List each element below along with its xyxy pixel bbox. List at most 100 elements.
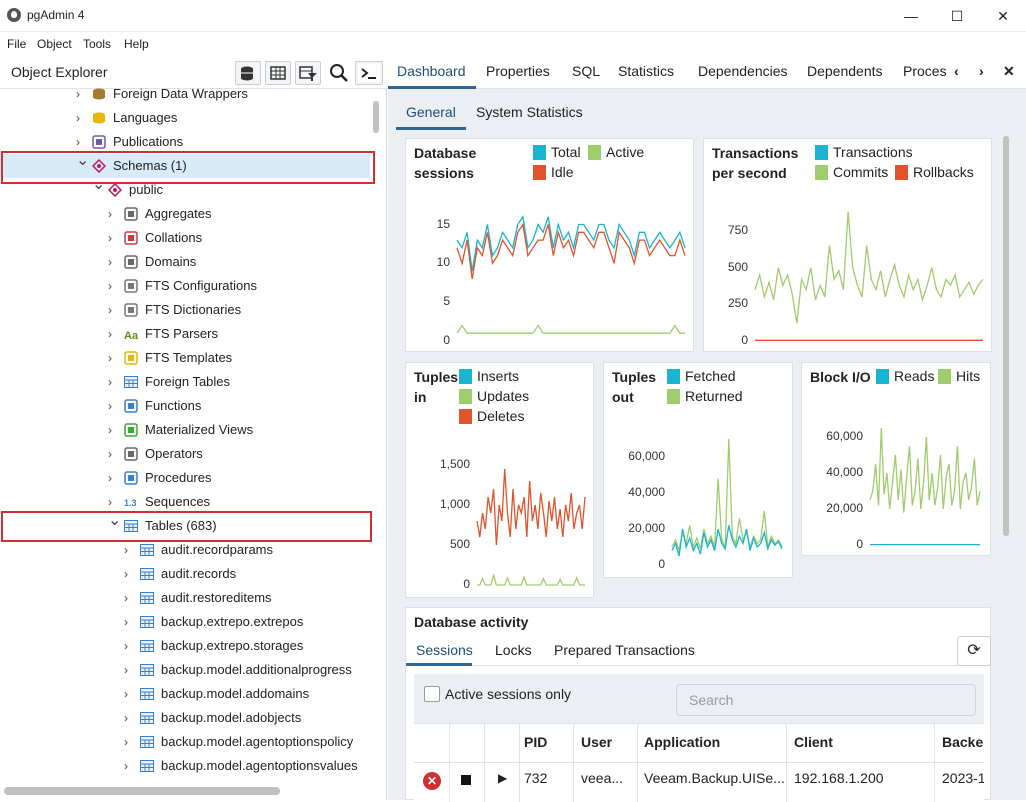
card-title: Tuples out (612, 369, 657, 405)
tree-node[interactable]: › FTS Templates (0, 346, 370, 370)
subtab-general[interactable]: General (406, 104, 456, 120)
tab-scroll-right-icon[interactable]: › (979, 63, 984, 79)
tree-node[interactable]: › Aa FTS Parsers (0, 322, 370, 346)
tree-node[interactable]: › Languages (0, 106, 370, 130)
menu-help[interactable]: Help (124, 37, 149, 51)
menu-tools[interactable]: Tools (83, 37, 111, 51)
tab-processes[interactable]: Proces (903, 63, 947, 79)
tree-node[interactable]: › backup.model.agentoptionsvalues (0, 754, 370, 778)
tab-statistics[interactable]: Statistics (618, 63, 674, 79)
tree-node[interactable]: › backup.extrepo.extrepos (0, 610, 370, 634)
chevron-right-icon[interactable]: › (76, 135, 86, 149)
search-input[interactable]: Search (676, 684, 976, 716)
chevron-right-icon[interactable]: › (124, 711, 134, 725)
chevron-right-icon[interactable]: › (108, 423, 118, 437)
database-icon (241, 66, 253, 81)
chevron-right-icon[interactable]: › (124, 687, 134, 701)
chevron-right-icon[interactable]: › (108, 495, 118, 509)
scroll-thumb[interactable] (373, 101, 379, 133)
tree-node[interactable]: › Aggregates (0, 202, 370, 226)
tree-node[interactable]: › Operators (0, 442, 370, 466)
tree-node[interactable]: › Collations (0, 226, 370, 250)
tab-prepared-transactions[interactable]: Prepared Transactions (554, 642, 695, 658)
tree-node[interactable]: › backup.extrepo.storages (0, 634, 370, 658)
maximize-button[interactable]: ☐ (934, 0, 980, 32)
refresh-button[interactable]: ⟳ (957, 636, 991, 666)
tab-sessions[interactable]: Sessions (416, 642, 473, 658)
tree-node[interactable]: › Materialized Views (0, 418, 370, 442)
active-tab-indicator (388, 86, 476, 89)
close-tab-icon[interactable]: ✕ (1003, 63, 1015, 80)
tree-node[interactable]: › backup.model.additionalprogress (0, 658, 370, 682)
chevron-right-icon[interactable]: › (108, 375, 118, 389)
chevron-right-icon[interactable]: › (108, 471, 118, 485)
column-header-client[interactable]: Client (794, 734, 833, 750)
column-header-application[interactable]: Application (644, 734, 720, 750)
column-header-pid[interactable]: PID (524, 734, 547, 750)
tree-node[interactable]: › Procedures (0, 466, 370, 490)
object-tree: › Foreign Data Wrappers › Languages › Publica… (0, 82, 370, 782)
tab-scroll-left-icon[interactable]: ‹ (954, 63, 959, 79)
chevron-right-icon[interactable]: › (124, 567, 134, 581)
tab-sql[interactable]: SQL (572, 63, 600, 79)
menu-object[interactable]: Object (37, 37, 72, 51)
chevron-right-icon[interactable]: › (124, 639, 134, 653)
chevron-right-icon[interactable]: › (108, 207, 118, 221)
tree-node[interactable]: › backup.model.agentoptionspolicy (0, 730, 370, 754)
tree-node[interactable]: › backup.model.addomains (0, 682, 370, 706)
chevron-right-icon[interactable]: › (108, 279, 118, 293)
cancel-query-icon[interactable] (461, 775, 471, 785)
chevron-right-icon[interactable]: › (76, 87, 86, 101)
chevron-right-icon[interactable]: › (124, 735, 134, 749)
tree-node[interactable]: › audit.restoreditems (0, 586, 370, 610)
tab-dashboard[interactable]: Dashboard (397, 63, 466, 79)
explorer-horizontal-scrollbar[interactable] (4, 787, 280, 795)
chevron-right-icon[interactable]: › (108, 447, 118, 461)
tree-node[interactable]: › Foreign Data Wrappers (0, 82, 370, 106)
tree-node-label: audit.records (161, 566, 237, 581)
tab-dependents[interactable]: Dependents (807, 63, 883, 79)
tree-node[interactable]: › Functions (0, 394, 370, 418)
chevron-right-icon[interactable]: › (108, 255, 118, 269)
chevron-right-icon[interactable]: › (108, 303, 118, 317)
chevron-right-icon[interactable]: › (108, 399, 118, 413)
explorer-vertical-scrollbar[interactable] (372, 96, 380, 786)
menu-file[interactable]: File (7, 37, 26, 51)
column-header-backend-start[interactable]: Backen (942, 734, 984, 750)
tab-locks[interactable]: Locks (495, 642, 532, 658)
chevron-right-icon[interactable]: › (124, 663, 134, 677)
tree-node[interactable]: › Foreign Tables (0, 370, 370, 394)
minimize-button[interactable]: — (888, 0, 934, 32)
chevron-right-icon[interactable]: › (124, 591, 134, 605)
terminate-session-icon[interactable]: ✕ (423, 772, 441, 790)
close-button[interactable]: ✕ (980, 0, 1026, 32)
scroll-thumb[interactable] (1003, 136, 1009, 536)
chevron-right-icon[interactable]: › (124, 759, 134, 773)
expand-row-icon[interactable]: ▶ (498, 771, 507, 785)
table-icon (140, 711, 154, 725)
tree-node[interactable]: › FTS Configurations (0, 274, 370, 298)
active-sessions-checkbox[interactable] (424, 686, 440, 702)
chevron-right-icon[interactable]: › (108, 231, 118, 245)
chevron-right-icon[interactable]: › (76, 111, 86, 125)
legend-fetched: Fetched (667, 368, 736, 384)
tree-node-label: Collations (145, 230, 203, 245)
chevron-right-icon[interactable]: › (124, 543, 134, 557)
svg-text:1.3: 1.3 (124, 498, 137, 508)
y-tick-label: 40,000 (628, 485, 665, 499)
tab-dependencies[interactable]: Dependencies (698, 63, 788, 79)
tree-node[interactable]: › Domains (0, 250, 370, 274)
tree-node[interactable]: › backup.model.adobjects (0, 706, 370, 730)
column-header-user[interactable]: User (581, 734, 612, 750)
chevron-right-icon[interactable]: › (124, 615, 134, 629)
subtab-system-statistics[interactable]: System Statistics (476, 104, 583, 120)
dashboard-vertical-scrollbar[interactable] (1002, 136, 1010, 796)
tab-properties[interactable]: Properties (486, 63, 550, 79)
tree-node[interactable]: › audit.records (0, 562, 370, 586)
table-icon (140, 615, 154, 629)
table-icon (140, 735, 154, 749)
search-objects-button[interactable] (328, 62, 350, 84)
tree-node[interactable]: › FTS Dictionaries (0, 298, 370, 322)
chevron-right-icon[interactable]: › (108, 327, 118, 341)
chevron-right-icon[interactable]: › (108, 351, 118, 365)
